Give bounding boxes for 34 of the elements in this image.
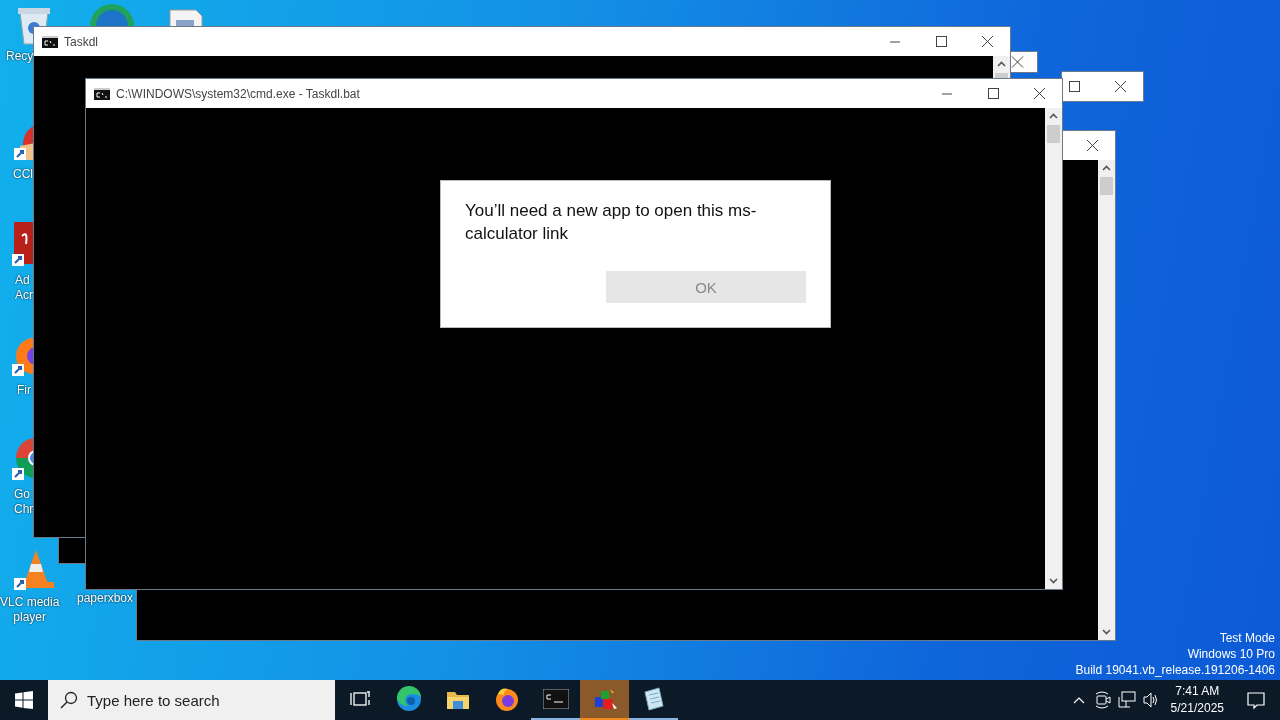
- scrollbar[interactable]: [993, 56, 1010, 79]
- document-icon[interactable]: [168, 8, 204, 26]
- icon-label: Go Chr: [13, 487, 34, 517]
- search-field[interactable]: Type here to search: [48, 680, 335, 720]
- edge-icon: [395, 686, 422, 712]
- scroll-thumb[interactable]: [1047, 125, 1060, 143]
- camera-icon[interactable]: [1093, 691, 1112, 709]
- volume-icon[interactable]: [1141, 691, 1160, 709]
- watermark-text: Windows 10 Pro: [1187, 646, 1275, 662]
- dialog-message: You’ll need a new app to open this ms-calculator link: [465, 200, 758, 245]
- window-title: Taskdl: [64, 34, 98, 49]
- scroll-thumb[interactable]: [1100, 177, 1113, 195]
- icon-label: paperxbox: [76, 591, 134, 606]
- scrollbar[interactable]: [1045, 108, 1062, 589]
- icon-label: Fir: [16, 383, 31, 398]
- icon-label: VLC media player: [0, 595, 60, 625]
- icon-label: Ad Acr: [14, 273, 33, 303]
- watermark-text: Build 19041.vb_release.191206-1406: [1075, 662, 1275, 678]
- scrollbar[interactable]: [1098, 160, 1115, 640]
- firefox-icon: [494, 687, 519, 711]
- search-icon: [60, 691, 78, 709]
- console-icon: [94, 87, 110, 100]
- icon-label: Recy: [5, 49, 34, 64]
- notifications-icon[interactable]: [1246, 690, 1266, 710]
- task-view-icon: [349, 689, 370, 709]
- window-title: C:\WINDOWS\system32\cmd.exe - Taskdl.bat: [116, 86, 360, 101]
- console-icon: [42, 35, 58, 48]
- icon-label: CCl: [12, 167, 33, 182]
- watermark-text: Test Mode: [1219, 630, 1275, 646]
- clock-time[interactable]: 7:41 AM: [1175, 683, 1220, 700]
- network-icon[interactable]: [1117, 691, 1136, 709]
- windows-logo-icon: [15, 691, 33, 709]
- clock-date[interactable]: 5/21/2025: [1170, 700, 1224, 717]
- console-icon: [542, 689, 569, 709]
